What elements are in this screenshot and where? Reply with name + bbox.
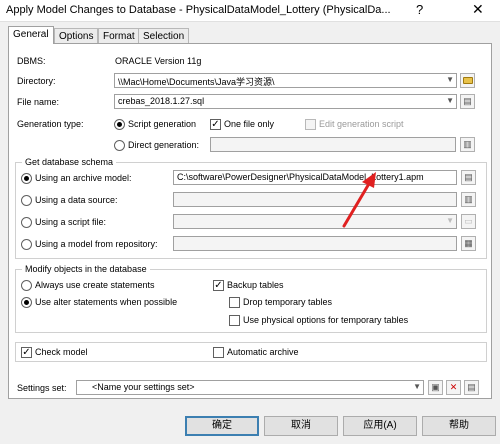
automatic-archive-label: Automatic archive (227, 347, 299, 357)
one-file-only-label: One file only (224, 119, 275, 129)
apply-button[interactable]: 应用(A) (343, 416, 417, 436)
folder-icon (462, 77, 473, 84)
one-file-only-checkbox[interactable]: ✓ (210, 119, 221, 130)
save-settings-button[interactable]: ▣ (428, 380, 443, 395)
annotation-arrow (342, 172, 376, 228)
chevron-down-icon[interactable]: ▼ (446, 75, 454, 84)
delete-settings-button[interactable]: ✕ (446, 380, 461, 395)
archive-model-label: Using an archive model: (35, 173, 132, 183)
modify-objects-group: Modify objects in the database Always us… (15, 264, 487, 333)
drop-temp-tables-checkbox[interactable] (229, 297, 240, 308)
directory-value: \\Mac\Home\Documents\Java学习资源\ (118, 77, 275, 87)
archive-model-value: C:\software\PowerDesigner\PhysicalDataMo… (177, 172, 424, 182)
title-bar: Apply Model Changes to Database - Physic… (0, 0, 500, 22)
direct-generation-radio[interactable] (114, 140, 125, 151)
always-create-label: Always use create statements (35, 280, 155, 290)
help-button[interactable]: 帮助 (422, 416, 496, 436)
tab-general[interactable]: General (8, 26, 54, 44)
chevron-down-icon[interactable]: ▼ (446, 216, 454, 225)
group-title: Get database schema (22, 157, 117, 167)
edit-generation-script-label: Edit generation script (319, 119, 404, 129)
settings-set-value: <Name your settings set> (92, 382, 195, 392)
tab-format[interactable]: Format (98, 28, 140, 44)
settings-set-combo[interactable]: <Name your settings set> ▼ (76, 380, 424, 395)
data-source-field[interactable] (173, 192, 457, 207)
check-model-checkbox[interactable]: ✓ (21, 347, 32, 358)
connect-button[interactable]: ▥ (460, 137, 475, 152)
filename-combo[interactable]: crebas_2018.1.27.sql ▼ (114, 94, 457, 109)
edit-generation-script-checkbox[interactable] (305, 119, 316, 130)
script-file-combo[interactable]: ▼ (173, 214, 457, 229)
automatic-archive-checkbox[interactable] (213, 347, 224, 358)
get-database-schema-group: Get database schema Using an archive mod… (15, 157, 487, 259)
dbms-label: DBMS: (17, 56, 46, 66)
close-icon[interactable]: ✕ (472, 1, 484, 18)
script-file-label: Using a script file: (35, 217, 107, 227)
archive-model-field[interactable]: C:\software\PowerDesigner\PhysicalDataMo… (173, 170, 457, 185)
script-generation-label: Script generation (128, 119, 197, 129)
filename-label: File name: (17, 97, 60, 107)
use-alter-radio[interactable] (21, 297, 32, 308)
properties-icon: ▤ (467, 382, 476, 392)
repository-model-field[interactable] (173, 236, 457, 251)
filename-value: crebas_2018.1.27.sql (118, 96, 205, 106)
script-file-browse-button[interactable]: ▭ (461, 214, 476, 229)
tab-selection[interactable]: Selection (138, 28, 190, 44)
group-title: Modify objects in the database (22, 264, 150, 274)
general-panel: DBMS: ORACLE Version 11g Directory: \\Ma… (8, 43, 492, 399)
check-model-label: Check model (35, 347, 88, 357)
cancel-button[interactable]: 取消 (264, 416, 338, 436)
script-generation-radio[interactable] (114, 119, 125, 130)
settings-set-label: Settings set: (17, 383, 67, 393)
chevron-down-icon[interactable]: ▼ (413, 382, 421, 391)
file-properties-button[interactable]: ▤ (460, 94, 475, 109)
drop-temp-tables-label: Drop temporary tables (243, 297, 333, 307)
generation-type-label: Generation type: (17, 119, 84, 129)
repository-icon: ▦ (464, 238, 473, 248)
archive-model-radio[interactable] (21, 173, 32, 184)
dbms-value: ORACLE Version 11g (115, 56, 202, 66)
chevron-down-icon[interactable]: ▼ (446, 96, 454, 105)
repository-model-label: Using a model from repository: (35, 239, 158, 249)
physical-options-label: Use physical options for temporary table… (243, 315, 409, 325)
tab-options[interactable]: Options (54, 28, 99, 44)
repository-browse-button[interactable]: ▦ (461, 236, 476, 251)
database-icon: ▥ (463, 139, 472, 149)
backup-tables-checkbox[interactable]: ✓ (213, 280, 224, 291)
directory-label: Directory: (17, 76, 56, 86)
direct-generation-field[interactable] (210, 137, 456, 152)
data-source-label: Using a data source: (35, 195, 118, 205)
directory-combo[interactable]: \\Mac\Home\Documents\Java学习资源\ ▼ (114, 73, 457, 88)
data-source-radio[interactable] (21, 195, 32, 206)
ok-button[interactable]: 确定 (185, 416, 259, 436)
data-source-button[interactable]: ▥ (461, 192, 476, 207)
window-title: Apply Model Changes to Database - Physic… (6, 4, 391, 16)
physical-options-checkbox[interactable] (229, 315, 240, 326)
settings-properties-button[interactable]: ▤ (464, 380, 479, 395)
direct-generation-label: Direct generation: (128, 140, 200, 150)
repository-model-radio[interactable] (21, 239, 32, 250)
archive-properties-button[interactable]: ▤ (461, 170, 476, 185)
script-file-radio[interactable] (21, 217, 32, 228)
delete-icon: ✕ (449, 382, 458, 392)
backup-tables-label: Backup tables (227, 280, 284, 290)
use-alter-label: Use alter statements when possible (35, 297, 178, 307)
database-icon: ▥ (464, 194, 473, 204)
checks-group: ✓ Check model Automatic archive (15, 342, 487, 362)
always-create-radio[interactable] (21, 280, 32, 291)
browse-folder-button[interactable] (460, 73, 475, 88)
help-icon[interactable]: ? (416, 2, 423, 17)
properties-icon: ▤ (463, 96, 472, 106)
properties-icon: ▤ (464, 172, 473, 182)
folder-icon: ▭ (464, 216, 473, 226)
save-icon: ▣ (431, 382, 440, 392)
